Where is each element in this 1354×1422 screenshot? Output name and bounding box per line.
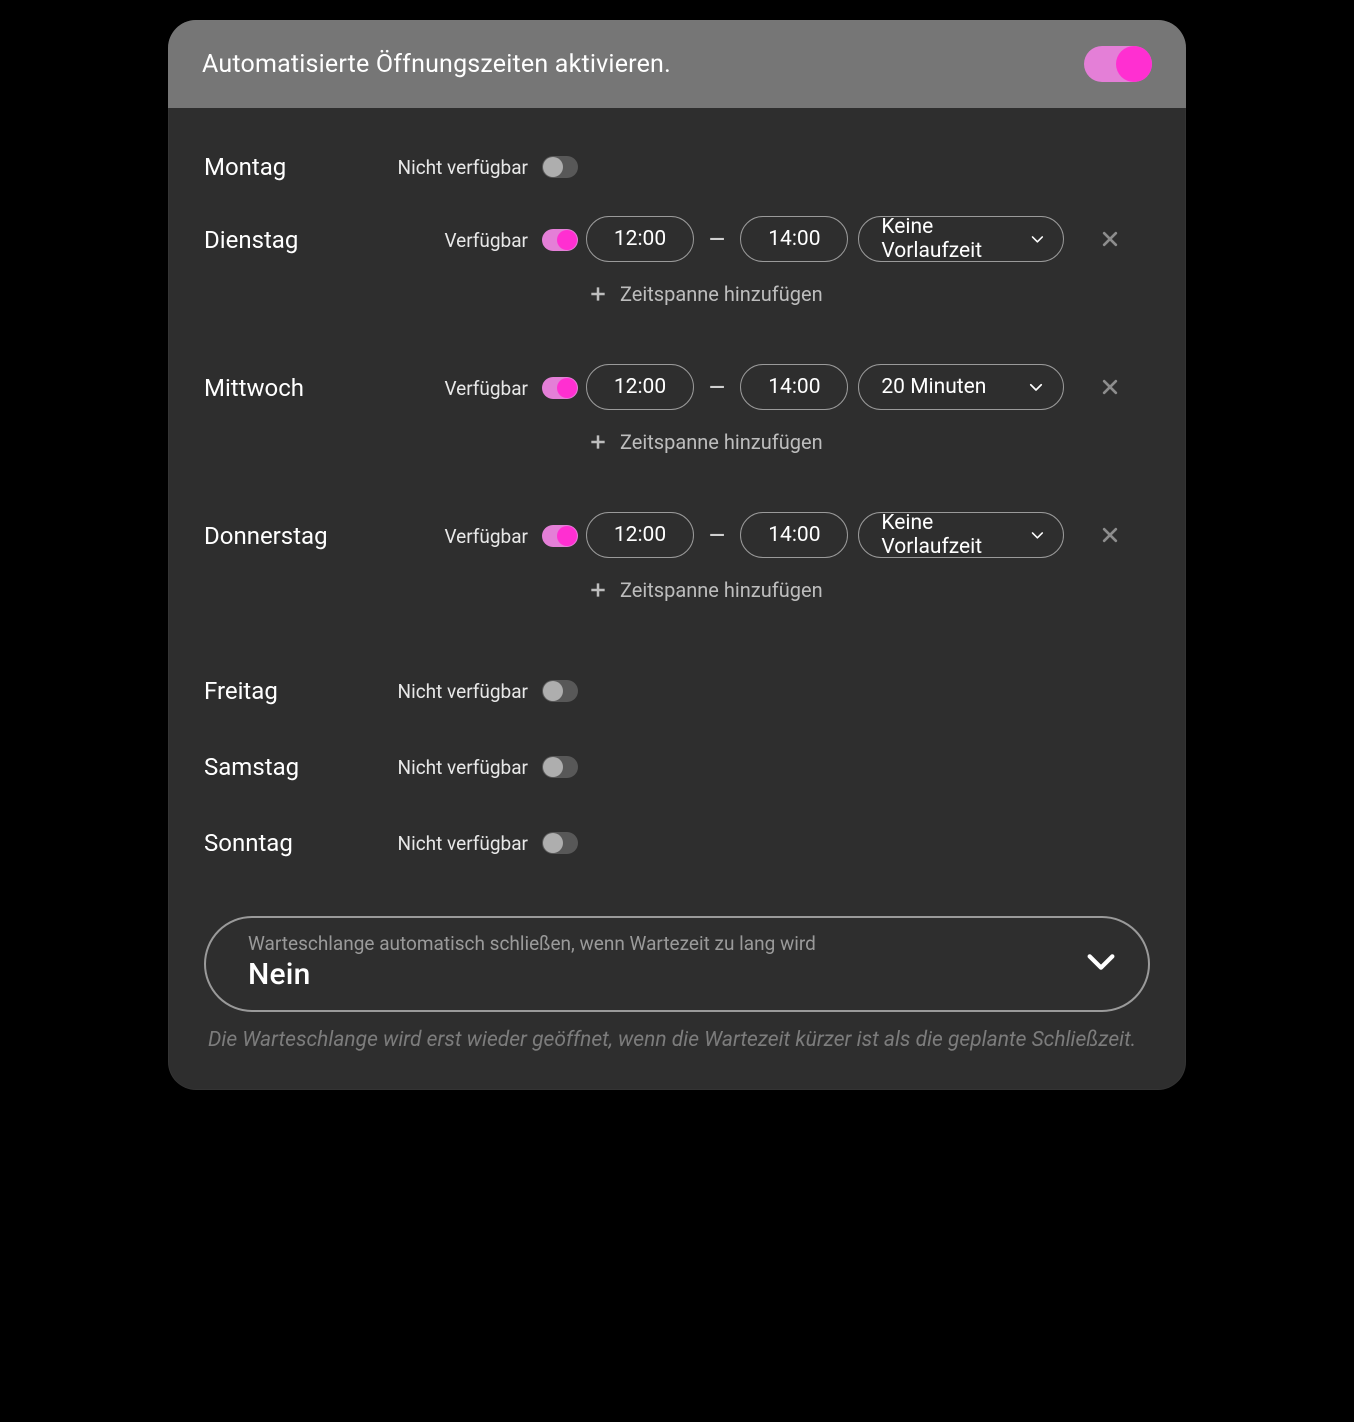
time-from-input[interactable]: 12:00 (586, 216, 694, 262)
time-slot: 12:00 – 14:00 Keine Vorlaufzeit (586, 512, 1150, 558)
day-slots-thu: 12:00 – 14:00 Keine Vorlaufzeit (586, 512, 1150, 602)
day-toggle-thu[interactable] (542, 525, 578, 547)
auto-close-queue-select[interactable]: Warteschlange automatisch schließen, wen… (204, 916, 1150, 1012)
day-toggle-wed[interactable] (542, 377, 578, 399)
day-slots-tue: 12:00 – 14:00 Keine Vorlaufzeit (586, 216, 1150, 306)
toggle-knob (1116, 46, 1152, 82)
auto-close-footnote: Die Warteschlange wird erst wieder geöff… (204, 1012, 1150, 1056)
panel-body: Montag Nicht verfügbar Dienstag Verfügba… (168, 108, 1186, 1090)
remove-slot-button[interactable] (1100, 229, 1120, 249)
plus-icon (588, 284, 608, 304)
time-slot: 12:00 – 14:00 20 Minuten (586, 364, 1150, 410)
day-row-mon: Montag Nicht verfügbar (204, 136, 1150, 198)
lead-time-select[interactable]: Keine Vorlaufzeit (858, 216, 1064, 262)
time-from-input[interactable]: 12:00 (586, 512, 694, 558)
day-toggle-tue[interactable] (542, 229, 578, 251)
day-name: Montag (204, 153, 384, 181)
lead-time-value: Keine Vorlaufzeit (881, 511, 1028, 559)
plus-icon (588, 432, 608, 452)
day-name: Mittwoch (204, 364, 384, 412)
time-to-input[interactable]: 14:00 (740, 364, 848, 410)
time-separator: – (704, 371, 730, 404)
time-to-input[interactable]: 14:00 (740, 512, 848, 558)
chevron-down-icon (1029, 526, 1046, 544)
day-status: Nicht verfügbar (398, 156, 528, 179)
lead-time-select[interactable]: Keine Vorlaufzeit (858, 512, 1064, 558)
remove-slot-button[interactable] (1100, 377, 1120, 397)
day-status: Verfügbar (444, 216, 528, 264)
day-row-fri: Freitag Nicht verfügbar (204, 660, 1150, 722)
panel-title: Automatisierte Öffnungszeiten aktivieren… (202, 50, 671, 79)
day-status: Nicht verfügbar (398, 756, 528, 779)
add-timespan-button[interactable]: Zeitspanne hinzufügen (586, 430, 1150, 454)
time-separator: – (704, 223, 730, 256)
lead-time-select[interactable]: 20 Minuten (858, 364, 1064, 410)
chevron-down-icon (1029, 230, 1046, 248)
master-enable-toggle[interactable] (1084, 46, 1152, 82)
time-from-input[interactable]: 12:00 (586, 364, 694, 410)
day-name: Freitag (204, 677, 384, 705)
day-slots-wed: 12:00 – 14:00 20 Minuten (586, 364, 1150, 454)
day-row-tue: Dienstag Verfügbar 12:00 – 14:00 Keine V… (204, 216, 1150, 306)
lead-time-value: 20 Minuten (881, 375, 986, 399)
remove-slot-button[interactable] (1100, 525, 1120, 545)
auto-close-label: Warteschlange automatisch schließen, wen… (248, 932, 816, 955)
add-timespan-button[interactable]: Zeitspanne hinzufügen (586, 578, 1150, 602)
day-name: Samstag (204, 753, 384, 781)
day-status: Nicht verfügbar (398, 832, 528, 855)
day-toggle-fri[interactable] (542, 680, 578, 702)
add-timespan-label: Zeitspanne hinzufügen (620, 578, 823, 602)
day-row-sun: Sonntag Nicht verfügbar (204, 812, 1150, 874)
add-timespan-label: Zeitspanne hinzufügen (620, 430, 823, 454)
day-name: Dienstag (204, 216, 384, 264)
day-toggle-sat[interactable] (542, 756, 578, 778)
day-name: Donnerstag (204, 512, 384, 560)
day-status: Verfügbar (444, 512, 528, 560)
day-row-wed: Mittwoch Verfügbar 12:00 – 14:00 20 Minu… (204, 364, 1150, 454)
add-timespan-button[interactable]: Zeitspanne hinzufügen (586, 282, 1150, 306)
time-separator: – (704, 519, 730, 552)
opening-hours-panel: Automatisierte Öffnungszeiten aktivieren… (168, 20, 1186, 1090)
chevron-down-icon (1027, 378, 1045, 396)
day-toggle-sun[interactable] (542, 832, 578, 854)
time-to-input[interactable]: 14:00 (740, 216, 848, 262)
lead-time-value: Keine Vorlaufzeit (881, 215, 1028, 263)
add-timespan-label: Zeitspanne hinzufügen (620, 282, 823, 306)
day-row-thu: Donnerstag Verfügbar 12:00 – 14:00 Keine… (204, 512, 1150, 602)
panel-header: Automatisierte Öffnungszeiten aktivieren… (168, 20, 1186, 108)
day-toggle-mon[interactable] (542, 156, 578, 178)
chevron-down-icon (1084, 945, 1118, 979)
plus-icon (588, 580, 608, 600)
time-slot: 12:00 – 14:00 Keine Vorlaufzeit (586, 216, 1150, 262)
day-name: Sonntag (204, 829, 384, 857)
day-status: Nicht verfügbar (398, 680, 528, 703)
day-status: Verfügbar (444, 364, 528, 412)
auto-close-value: Nein (248, 957, 816, 992)
day-row-sat: Samstag Nicht verfügbar (204, 736, 1150, 798)
